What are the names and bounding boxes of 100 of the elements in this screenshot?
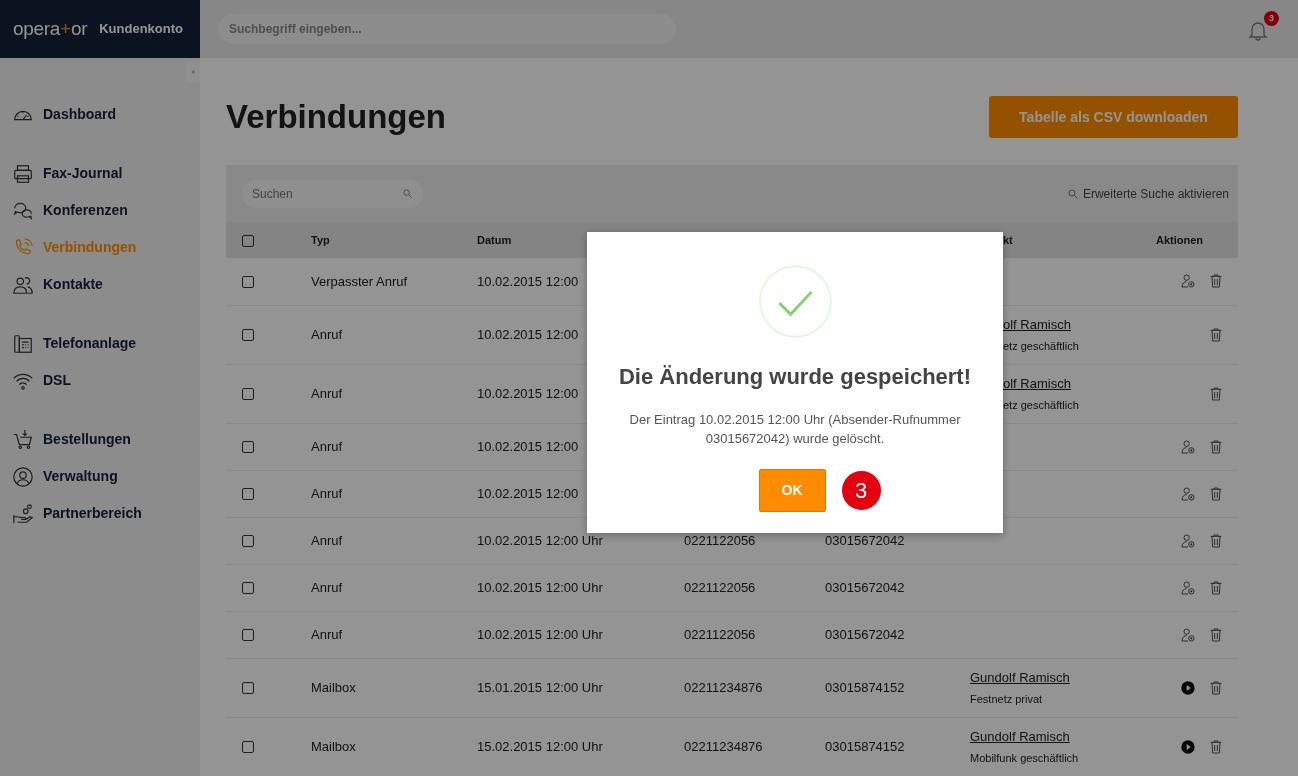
desk-phone-icon: [12, 332, 34, 355]
contact-link[interactable]: Gundolf Ramisch: [970, 728, 1070, 744]
table-cell: 02211234876: [684, 679, 763, 695]
cart-icon: [12, 428, 34, 451]
trash-icon[interactable]: [1208, 532, 1224, 549]
table-cell: 10.02.2015 12:00: [477, 326, 579, 342]
trash-icon[interactable]: [1208, 679, 1224, 696]
notification-badge: 3: [1264, 11, 1279, 26]
checkbox[interactable]: [242, 388, 254, 401]
table-cell: 03015672042: [825, 579, 905, 595]
checkbox[interactable]: [242, 488, 254, 501]
table-cell: 03015874152: [825, 738, 905, 754]
trash-icon[interactable]: [1208, 385, 1224, 402]
table-cell: 10.02.2015 12:00 Uhr: [477, 626, 603, 642]
column-header: Typ: [311, 233, 330, 246]
trash-icon[interactable]: [1208, 485, 1224, 502]
add-contact-icon[interactable]: [1180, 626, 1196, 643]
sidebar-item[interactable]: Partnerbereich: [0, 495, 200, 532]
advanced-search-link[interactable]: Erweiterte Suche aktivieren: [1066, 184, 1229, 203]
dialog-message: Der Eintrag 10.02.2015 12:00 Uhr (Absender-Rufnummer 03015672042) wurde gelöscht.: [628, 411, 962, 448]
trash-icon[interactable]: [1208, 438, 1224, 455]
success-check-icon: [756, 263, 834, 340]
table-cell: 10.02.2015 12:00 Uhr: [477, 579, 603, 595]
table-cell: Anruf: [311, 579, 343, 595]
checkbox[interactable]: [242, 535, 254, 548]
table-cell: Anruf: [311, 485, 343, 501]
table-cell: 0221122056: [684, 579, 756, 595]
table-cell: 0221122056: [684, 626, 756, 642]
trash-icon[interactable]: [1208, 273, 1224, 290]
table-cell: 03015672042: [825, 532, 905, 548]
table-cell: Mailbox: [311, 738, 356, 754]
sidebar-item[interactable]: Bestellungen: [0, 421, 200, 458]
brand-subtitle: Kundenkonto: [99, 20, 183, 39]
contact-detail: etz geschäftlich: [1003, 398, 1080, 413]
sidebar-item[interactable]: Telefonanlage: [0, 325, 200, 362]
sidebar-item[interactable]: Konferenzen: [0, 192, 200, 229]
add-contact-icon[interactable]: [1180, 438, 1196, 455]
collapse-icon: [189, 68, 197, 76]
table-cell: 10.02.2015 12:00: [477, 438, 579, 454]
user-circle-icon: [12, 465, 34, 488]
column-header: Aktionen: [1155, 233, 1203, 246]
table-cell: 10.02.2015 12:00: [477, 485, 579, 501]
checkbox[interactable]: [242, 234, 254, 247]
logo: opera+or: [13, 16, 88, 41]
sidebar-item[interactable]: Dashboard: [0, 96, 200, 133]
column-header: Datum: [477, 233, 512, 246]
table-cell: 0221122056: [684, 532, 756, 548]
checkbox[interactable]: [242, 441, 254, 454]
sidebar-item[interactable]: Fax-Journal: [0, 155, 200, 192]
table-cell: Anruf: [311, 385, 343, 401]
table-cell: 10.02.2015 12:00: [477, 273, 579, 289]
contact-detail: Mobilfunk geschäftlich: [970, 751, 1080, 766]
trash-icon[interactable]: [1208, 326, 1224, 343]
checkbox[interactable]: [242, 682, 254, 695]
contact-link[interactable]: Gundolf Ramisch: [970, 669, 1070, 685]
search-icon: [402, 187, 413, 199]
checkbox[interactable]: [242, 329, 254, 342]
table-cell: Mailbox: [311, 679, 356, 695]
table-cell: Anruf: [311, 626, 343, 642]
sidebar-item[interactable]: Verwaltung: [0, 458, 200, 495]
table-cell: Anruf: [311, 326, 343, 342]
search-icon: [1066, 187, 1079, 200]
table-cell: Anruf: [311, 438, 343, 454]
table-cell: Anruf: [311, 532, 343, 548]
table-search-field[interactable]: Suchen: [242, 179, 423, 208]
table-cell: 10.02.2015 12:00: [477, 385, 579, 401]
table-cell: 15.02.2015 12:00 Uhr: [477, 738, 603, 754]
add-contact-icon[interactable]: [1180, 579, 1196, 596]
table-cell: 15.01.2015 12:00 Uhr: [477, 679, 603, 695]
table-cell: Verpasster Anruf: [311, 273, 408, 289]
table-cell: 03015874152: [825, 679, 905, 695]
page-title: Verbindungen: [226, 97, 446, 137]
checkbox[interactable]: [242, 276, 254, 289]
trash-icon[interactable]: [1208, 579, 1224, 596]
table-cell: 10.02.2015 12:00 Uhr: [477, 532, 603, 548]
hand-coins-icon: [12, 502, 34, 525]
add-contact-icon[interactable]: [1180, 532, 1196, 549]
play-icon[interactable]: [1180, 679, 1196, 696]
add-contact-icon[interactable]: [1180, 273, 1196, 290]
sidebar-item[interactable]: DSL: [0, 362, 200, 399]
trash-icon[interactable]: [1208, 626, 1224, 643]
contact-detail: etz geschäftlich: [1003, 339, 1080, 354]
dialog-title: Die Änderung wurde gespeichert!: [618, 363, 972, 391]
printer-icon: [12, 162, 34, 185]
table-cell: 03015672042: [825, 626, 905, 642]
collapse-toggle[interactable]: [186, 62, 200, 82]
contact-link[interactable]: olf Ramisch: [1003, 316, 1071, 332]
table-cell: 02211234876: [684, 738, 763, 754]
sidebar-item[interactable]: Kontakte: [0, 266, 200, 303]
contact-detail: Festnetz privat: [970, 692, 1044, 707]
checkbox[interactable]: [242, 582, 254, 595]
checkbox[interactable]: [242, 629, 254, 642]
contact-link[interactable]: olf Ramisch: [1003, 375, 1071, 391]
trash-icon[interactable]: [1208, 738, 1224, 755]
checkbox[interactable]: [242, 741, 254, 754]
step-marker: 3: [841, 470, 881, 510]
add-contact-icon[interactable]: [1180, 485, 1196, 502]
column-header: kt: [1003, 233, 1013, 246]
play-icon[interactable]: [1180, 738, 1196, 755]
search-field[interactable]: Suchbegriff eingeben...: [218, 14, 676, 44]
